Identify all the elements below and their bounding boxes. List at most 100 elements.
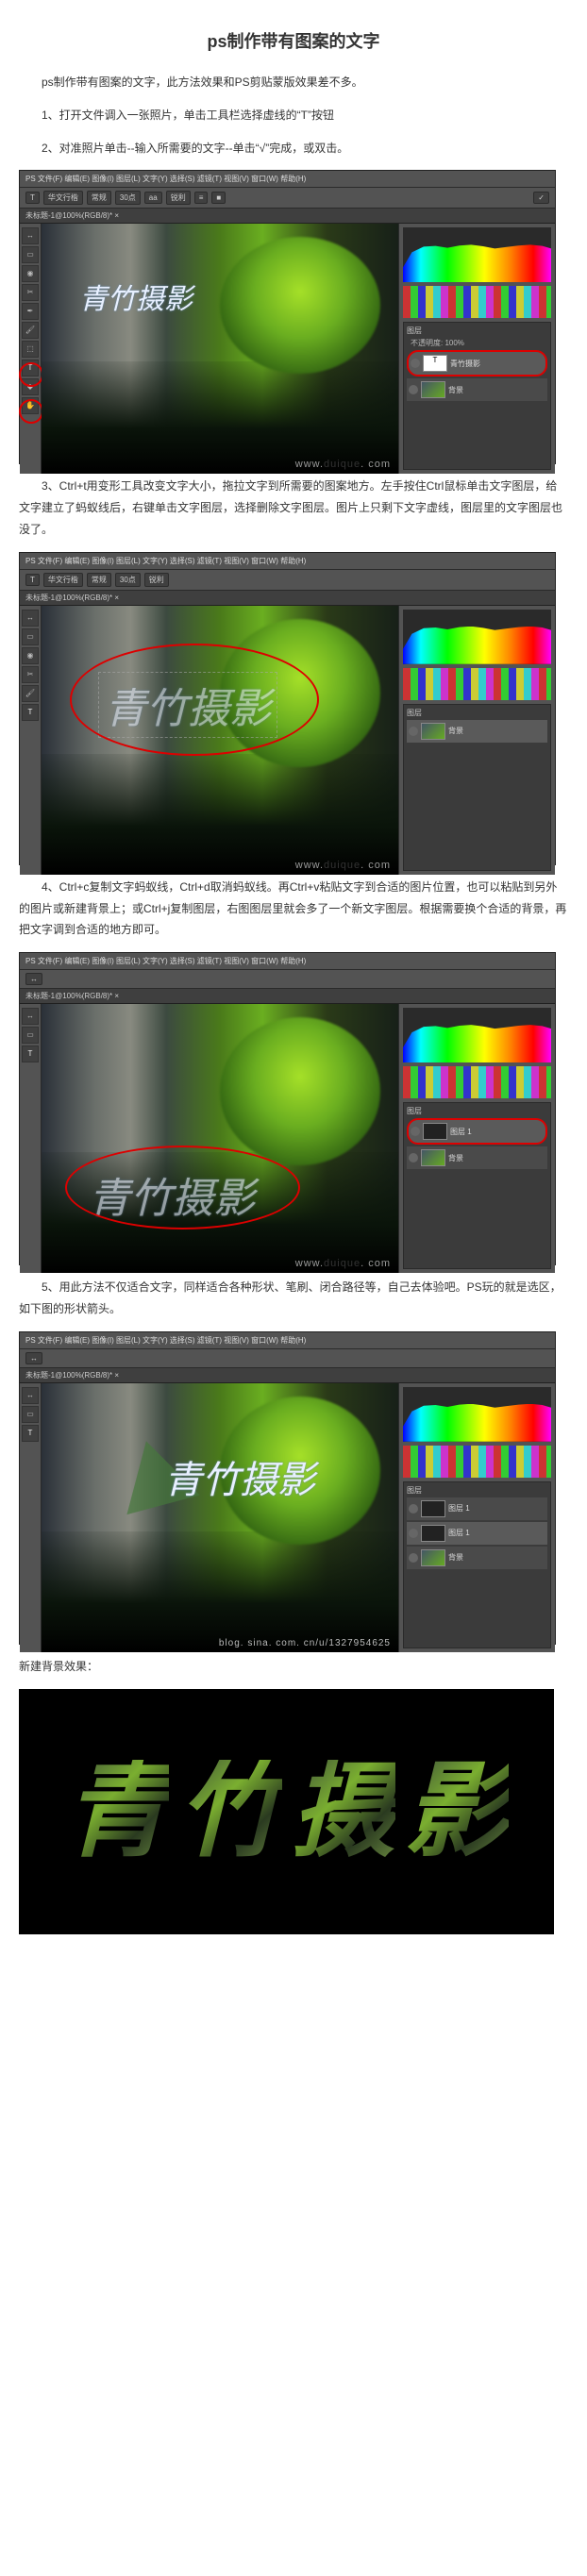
options-bar[interactable]: T 华文行楷 常规 30点 锐利 [20,570,555,591]
histogram-panel [403,610,551,664]
menubar[interactable]: PS 文件(F) 编辑(E) 图像(I) 图层(L) 文字(Y) 选择(S) 滤… [20,1332,555,1349]
text-tool-icon[interactable]: T [22,1045,39,1062]
marquee-tool-icon[interactable]: ▭ [22,1027,39,1044]
visibility-icon[interactable] [409,1504,418,1514]
tool-indicator: ↔ [25,1352,42,1364]
layer-thumb [421,1500,445,1517]
canvas[interactable]: 青竹摄影 blog. sina. com. cn/u/1327954625 [42,1383,398,1652]
visibility-icon[interactable] [411,1127,420,1136]
options-bar[interactable]: ↔ [20,970,555,989]
page-title: ps制作带有图案的文字 [19,28,568,53]
move-tool-icon[interactable]: ↔ [22,1008,39,1025]
panels: 图层 图层 1 背景 [398,1004,555,1273]
tool-column[interactable]: ↔ ▭ T [20,1383,42,1652]
options-bar[interactable]: T 华文行楷 常规 30点 aa 锐利 ≡ ■ ✓ [20,188,555,209]
layers-panel[interactable]: 图层 不透明度: 100% T 青竹摄影 背景 [403,322,551,470]
font-style[interactable]: 常规 [87,573,111,587]
red-annotation [70,644,319,756]
stamp-tool-icon[interactable]: ⬚ [22,341,39,358]
menubar[interactable]: PS 文件(F) 编辑(E) 图像(I) 图层(L) 文字(Y) 选择(S) 滤… [20,553,555,570]
canvas[interactable]: 青竹摄影 www.duique. com [42,224,398,474]
menubar[interactable]: PS 文件(F) 编辑(E) 图像(I) 图层(L) 文字(Y) 选择(S) 滤… [20,953,555,970]
swatches-panel[interactable] [403,1446,551,1478]
layers-panel[interactable]: 图层 图层 1 图层 1 背景 [403,1481,551,1648]
document-tab[interactable]: 未标题-1@100%(RGB/8)* × [20,1368,555,1383]
layers-panel[interactable]: 图层 背景 [403,704,551,871]
layers-header: 图层 [407,708,547,718]
visibility-icon[interactable] [409,727,418,736]
layer-thumb [421,1149,445,1166]
visibility-icon[interactable] [409,385,418,394]
layer-thumb [421,381,445,398]
brush-tool-icon[interactable]: 🖌 [22,685,39,702]
tool-indicator: T [25,192,40,204]
marquee-tool-icon[interactable]: ▭ [22,628,39,645]
marquee-tool-icon[interactable]: ▭ [22,246,39,263]
histogram-panel [403,1387,551,1442]
layer-name: 图层 1 [448,1503,470,1514]
glyph-4: 影 [405,1760,509,1864]
font-style[interactable]: 常规 [87,191,111,205]
move-tool-icon[interactable]: ↔ [22,610,39,627]
swatches-panel[interactable] [403,668,551,700]
layer-row[interactable]: 图层 1 [407,1522,547,1545]
move-tool-icon[interactable]: ↔ [22,1387,39,1404]
move-tool-icon[interactable]: ↔ [22,227,39,244]
marquee-tool-icon[interactable]: ▭ [22,1406,39,1423]
layer-bg-row[interactable]: 背景 [407,1146,547,1169]
document-tab[interactable]: 未标题-1@100%(RGB/8)* × [20,591,555,606]
canvas[interactable]: 青竹摄影 www.duique. com [42,606,398,875]
font-family-select[interactable]: 华文行楷 [43,191,83,205]
tool-column[interactable]: ↔ ▭ ◉ ✂ 🖌 T [20,606,42,875]
text-align[interactable]: ≡ [194,192,209,204]
visibility-icon[interactable] [409,1153,418,1163]
swatches-panel[interactable] [403,1066,551,1098]
font-family-select[interactable]: 华文行楷 [43,573,83,587]
step-5: 5、用此方法不仅适合文字，同样适合各种形状、笔刷、闭合路径等，自己去体验吧。PS… [19,1277,568,1320]
aa-method[interactable]: 锐利 [166,191,191,205]
layer-text-row[interactable]: T 青竹摄影 [407,350,547,376]
watermark: www.duique. com [295,1258,391,1269]
layer-row[interactable]: 图层 1 [407,1497,547,1520]
visibility-icon[interactable] [409,1553,418,1563]
document-tab[interactable]: 未标题-1@100%(RGB/8)* × [20,989,555,1004]
panels: 图层 不透明度: 100% T 青竹摄影 背景 [398,224,555,474]
text-tool-icon[interactable]: T [22,704,39,721]
layer-bg-row[interactable]: 背景 [407,378,547,401]
swatches-panel[interactable] [403,286,551,318]
canvas[interactable]: 青竹摄影 www.duique. com [42,1004,398,1273]
font-size[interactable]: 30点 [115,191,141,205]
lasso-tool-icon[interactable]: ◉ [22,647,39,664]
histogram-panel [403,1008,551,1062]
layer-name: 青竹摄影 [450,359,480,369]
text-tool-highlight [19,362,43,387]
step-3: 3、Ctrl+t用变形工具改变文字大小，拖拉文字到所需要的图案地方。左手按住Ct… [19,476,568,540]
glyph-2: 竹 [178,1760,282,1864]
visibility-icon[interactable] [409,1529,418,1538]
text-tool-icon[interactable]: T [22,1425,39,1442]
layer-bg-row[interactable]: 背景 [407,1547,547,1569]
step-1: 1、打开文件调入一张照片，单击工具栏选择虚线的“T”按钮 [19,105,568,126]
layers-panel[interactable]: 图层 图层 1 背景 [403,1102,551,1269]
tool-column[interactable]: ↔ ▭ T [20,1004,42,1273]
visibility-icon[interactable] [411,359,420,368]
options-bar[interactable]: ↔ [20,1349,555,1368]
ps-screenshot-4: PS 文件(F) 编辑(E) 图像(I) 图层(L) 文字(Y) 选择(S) 滤… [19,1331,556,1645]
layer-thumb [421,723,445,740]
layer-1-row[interactable]: 图层 1 [407,1118,547,1145]
layer-thumb [421,1525,445,1542]
menubar[interactable]: PS 文件(F) 编辑(E) 图像(I) 图层(L) 文字(Y) 选择(S) 滤… [20,171,555,188]
crop-tool-icon[interactable]: ✂ [22,666,39,683]
commit-button[interactable]: ✓ [533,192,549,204]
eyedrop-tool-icon[interactable]: ✒ [22,303,39,320]
tool-column[interactable]: ↔ ▭ ◉ ✂ ✒ 🖌 ⬚ T ◆ ✋ [20,224,42,474]
text-color[interactable]: ■ [211,192,226,204]
aa-method[interactable]: 锐利 [144,573,169,587]
brush-tool-icon[interactable]: 🖌 [22,322,39,339]
layer-bg-row[interactable]: 背景 [407,720,547,743]
document-tab[interactable]: 未标题-1@100%(RGB/8)* × [20,209,555,224]
crop-tool-icon[interactable]: ✂ [22,284,39,301]
lasso-tool-icon[interactable]: ◉ [22,265,39,282]
step-4: 4、Ctrl+c复制文字蚂蚁线，Ctrl+d取消蚂蚁线。再Ctrl+v粘贴文字到… [19,877,568,941]
font-size[interactable]: 30点 [115,573,141,587]
